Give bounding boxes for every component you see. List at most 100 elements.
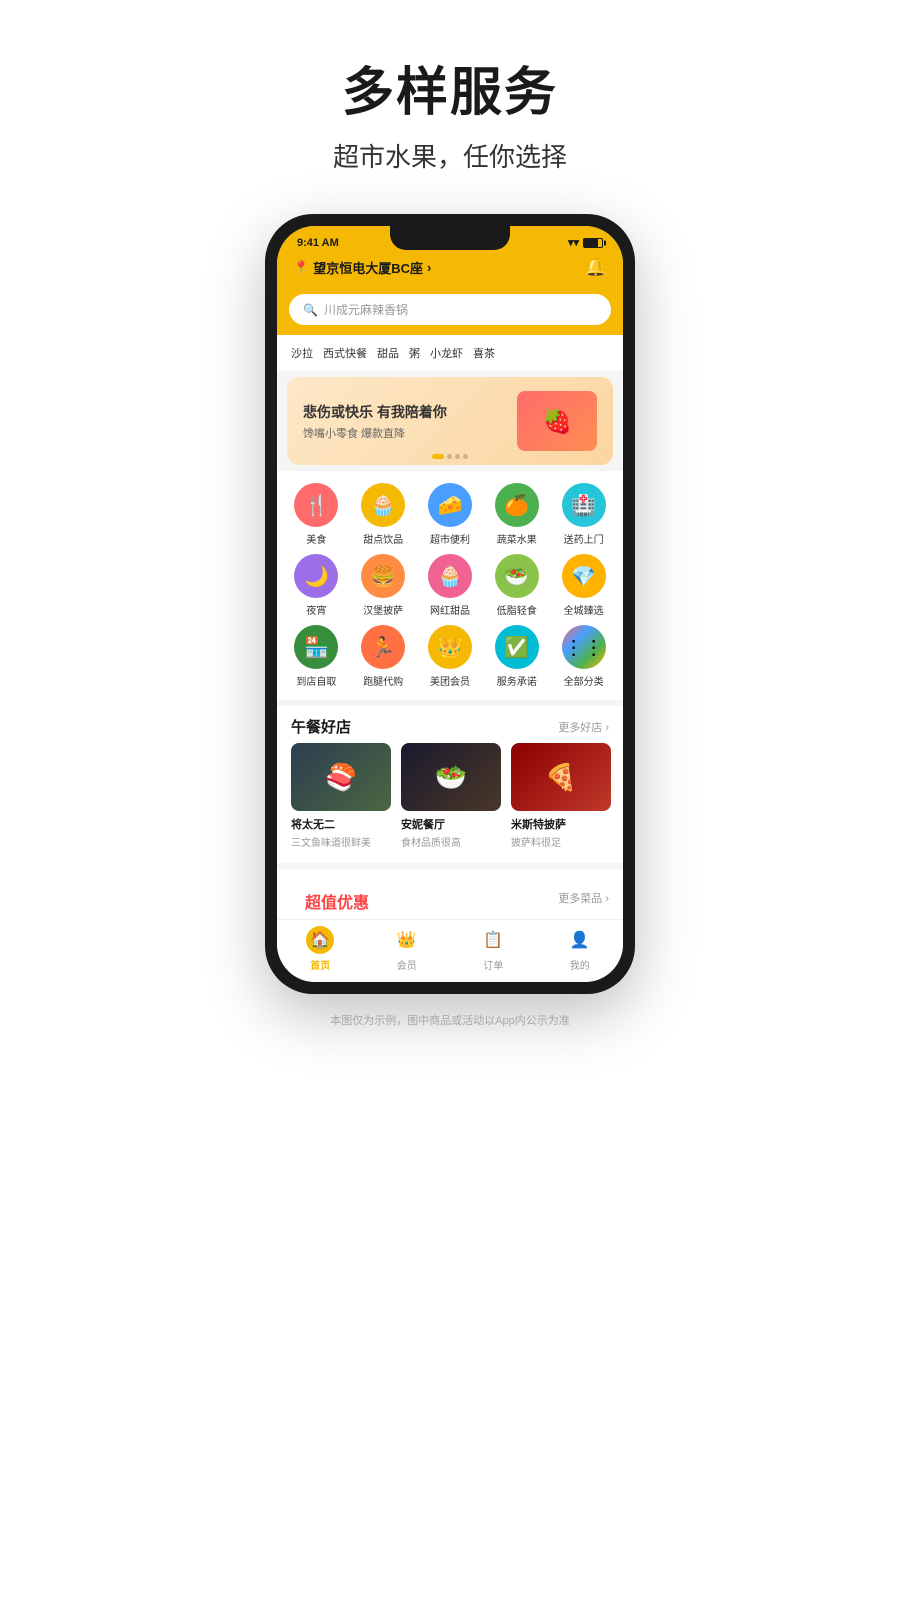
service-item-11[interactable]: 🏃 跑腿代购 [352,625,415,688]
screen-content: 🔍 川成元麻辣香锅 沙拉 西式快餐 甜品 粥 小龙虾 喜茶 悲伤或快乐 有我陪着… [277,288,623,919]
nav-icon-3: 👤 [566,926,594,954]
banner-image: 🍓 [517,391,597,451]
service-item-1[interactable]: 🧁 甜点饮品 [352,483,415,546]
bell-icon[interactable]: 🔔 [585,257,607,278]
location-pin-icon: 📍 [293,260,309,276]
service-label-5: 夜宵 [306,602,326,617]
service-icon-14: ⋮⋮ [562,625,606,669]
service-icon-12: 👑 [428,625,472,669]
nav-icon-0: 🏠 [306,926,334,954]
service-icon-13: ✅ [495,625,539,669]
service-icon-6: 🍔 [361,554,405,598]
banner-dot-0 [432,454,444,459]
page-title: 多样服务 [342,50,558,125]
service-item-4[interactable]: 🏥 送药上门 [552,483,615,546]
service-item-5[interactable]: 🌙 夜宵 [285,554,348,617]
nav-label-1: 会员 [397,957,417,972]
service-label-12: 美团会员 [430,673,470,688]
location-text: 望京恒电大厦BC座 [313,258,423,277]
service-item-10[interactable]: 🏪 到店自取 [285,625,348,688]
category-tag-5[interactable]: 喜茶 [473,343,495,363]
deal-section: 超值优惠 更多菜品 › [277,869,623,919]
banner-dot-1 [447,454,452,459]
category-tag-4[interactable]: 小龙虾 [430,343,463,363]
phone-screen: 9:41 AM ▾▾ 📍 望京恒电大厦BC座 › 🔔 🔍 [277,226,623,982]
services-section: 🍴 美食 🧁 甜点饮品 🧀 超市便利 🍊 蔬菜水果 🏥 送药上门 🌙 夜宵 🍔 … [277,471,623,700]
category-tag-0[interactable]: 沙拉 [291,343,313,363]
service-icon-0: 🍴 [294,483,338,527]
nav-icon-2: 📋 [479,926,507,954]
search-icon: 🔍 [303,303,318,317]
service-label-0: 美食 [306,531,326,546]
search-placeholder: 川成元麻辣香锅 [324,301,408,318]
restaurant-name-2: 米斯特披萨 [511,816,611,832]
lunch-section-title: 午餐好店 [291,716,351,737]
wifi-icon: ▾▾ [568,236,579,249]
banner-dots [432,454,468,459]
nav-label-2: 订单 [483,957,503,972]
service-icon-1: 🧁 [361,483,405,527]
nav-label-3: 我的 [570,957,590,972]
restaurant-img-2: 🍕 [511,743,611,811]
location-area[interactable]: 📍 望京恒电大厦BC座 › [293,258,431,277]
category-tag-2[interactable]: 甜品 [377,343,399,363]
service-label-14: 全部分类 [564,673,604,688]
deal-section-title: 超值优惠 [291,879,383,917]
service-item-2[interactable]: 🧀 超市便利 [419,483,482,546]
restaurant-card-1[interactable]: 🥗 安妮餐厅 食材品质很高 [401,743,501,849]
category-tag-1[interactable]: 西式快餐 [323,343,367,363]
restaurant-card-2[interactable]: 🍕 米斯特披萨 披萨料很足 [511,743,611,849]
category-tags: 沙拉 西式快餐 甜品 粥 小龙虾 喜茶 [277,335,623,371]
lunch-more-link[interactable]: 更多好店 › [558,719,609,735]
service-item-9[interactable]: 💎 全城臻选 [552,554,615,617]
phone-notch [390,226,510,250]
service-item-12[interactable]: 👑 美团会员 [419,625,482,688]
promo-banner[interactable]: 悲伤或快乐 有我陪着你 馋嘴小零食 爆款直降 🍓 [287,377,613,465]
banner-text: 悲伤或快乐 有我陪着你 馋嘴小零食 爆款直降 [303,402,447,441]
service-item-13[interactable]: ✅ 服务承诺 [485,625,548,688]
search-area: 🔍 川成元麻辣香锅 [277,288,623,335]
nav-item-会员[interactable]: 👑 会员 [364,926,451,972]
service-label-3: 蔬菜水果 [497,531,537,546]
service-item-14[interactable]: ⋮⋮ 全部分类 [552,625,615,688]
service-icon-10: 🏪 [294,625,338,669]
nav-item-首页[interactable]: 🏠 首页 [277,926,364,972]
phone-frame: 9:41 AM ▾▾ 📍 望京恒电大厦BC座 › 🔔 🔍 [265,214,635,994]
service-icon-2: 🧀 [428,483,472,527]
deal-more-link[interactable]: 更多菜品 › [558,890,609,906]
restaurants-row: 🍣 将太无二 三文鱼味道很鲜美 🥗 安妮餐厅 食材品质很高 🍕 米斯特披萨 披萨… [277,743,623,863]
service-item-0[interactable]: 🍴 美食 [285,483,348,546]
banner-title: 悲伤或快乐 有我陪着你 [303,402,447,422]
nav-item-我的[interactable]: 👤 我的 [537,926,624,972]
service-icon-8: 🥗 [495,554,539,598]
service-item-3[interactable]: 🍊 蔬菜水果 [485,483,548,546]
restaurant-name-1: 安妮餐厅 [401,816,501,832]
service-label-6: 汉堡披萨 [363,602,403,617]
service-icon-3: 🍊 [495,483,539,527]
service-icon-9: 💎 [562,554,606,598]
service-item-8[interactable]: 🥗 低脂轻食 [485,554,548,617]
banner-dot-3 [463,454,468,459]
service-item-7[interactable]: 🧁 网红甜品 [419,554,482,617]
restaurant-img-1: 🥗 [401,743,501,811]
service-label-8: 低脂轻食 [497,602,537,617]
restaurant-card-0[interactable]: 🍣 将太无二 三文鱼味道很鲜美 [291,743,391,849]
services-grid: 🍴 美食 🧁 甜点饮品 🧀 超市便利 🍊 蔬菜水果 🏥 送药上门 🌙 夜宵 🍔 … [285,483,615,688]
restaurant-img-0: 🍣 [291,743,391,811]
restaurant-desc-1: 食材品质很高 [401,834,501,849]
category-tag-3[interactable]: 粥 [409,343,420,363]
disclaimer-text: 本图仅为示例，图中商品或活动以App内公示为准 [330,1012,570,1028]
service-label-13: 服务承诺 [497,673,537,688]
search-bar[interactable]: 🔍 川成元麻辣香锅 [289,294,611,325]
service-item-6[interactable]: 🍔 汉堡披萨 [352,554,415,617]
service-icon-7: 🧁 [428,554,472,598]
service-label-4: 送药上门 [564,531,604,546]
bottom-nav: 🏠 首页 👑 会员 📋 订单 👤 我的 [277,919,623,982]
restaurant-desc-2: 披萨料很足 [511,834,611,849]
service-label-2: 超市便利 [430,531,470,546]
nav-item-订单[interactable]: 📋 订单 [450,926,537,972]
service-icon-11: 🏃 [361,625,405,669]
status-time: 9:41 AM [297,237,339,249]
lunch-section-header: 午餐好店 更多好店 › [277,706,623,743]
app-header: 📍 望京恒电大厦BC座 › 🔔 [277,253,623,288]
